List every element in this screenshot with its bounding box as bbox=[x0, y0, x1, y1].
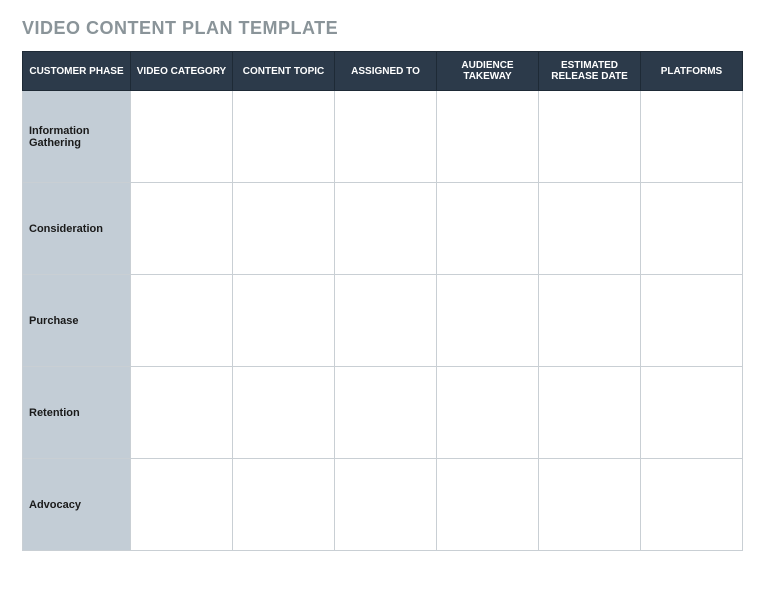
cell-category[interactable] bbox=[131, 91, 233, 183]
col-header-topic: CONTENT TOPIC bbox=[233, 52, 335, 91]
cell-platforms[interactable] bbox=[641, 183, 743, 275]
cell-assigned[interactable] bbox=[335, 91, 437, 183]
cell-category[interactable] bbox=[131, 367, 233, 459]
cell-release[interactable] bbox=[539, 91, 641, 183]
cell-release[interactable] bbox=[539, 183, 641, 275]
phase-label: Purchase bbox=[23, 275, 131, 367]
cell-platforms[interactable] bbox=[641, 367, 743, 459]
cell-takeaway[interactable] bbox=[437, 459, 539, 551]
cell-platforms[interactable] bbox=[641, 275, 743, 367]
cell-takeaway[interactable] bbox=[437, 91, 539, 183]
cell-topic[interactable] bbox=[233, 183, 335, 275]
cell-takeaway[interactable] bbox=[437, 183, 539, 275]
cell-release[interactable] bbox=[539, 459, 641, 551]
cell-category[interactable] bbox=[131, 459, 233, 551]
col-header-platforms: PLATFORMS bbox=[641, 52, 743, 91]
page-title: VIDEO CONTENT PLAN TEMPLATE bbox=[22, 18, 748, 39]
table-row: Purchase bbox=[23, 275, 743, 367]
phase-label: Information Gathering bbox=[23, 91, 131, 183]
cell-assigned[interactable] bbox=[335, 459, 437, 551]
table-row: Information Gathering bbox=[23, 91, 743, 183]
col-header-category: VIDEO CATEGORY bbox=[131, 52, 233, 91]
cell-category[interactable] bbox=[131, 275, 233, 367]
table-row: Advocacy bbox=[23, 459, 743, 551]
phase-label: Advocacy bbox=[23, 459, 131, 551]
content-plan-table: CUSTOMER PHASE VIDEO CATEGORY CONTENT TO… bbox=[22, 51, 743, 551]
phase-label: Consideration bbox=[23, 183, 131, 275]
cell-assigned[interactable] bbox=[335, 367, 437, 459]
col-header-phase: CUSTOMER PHASE bbox=[23, 52, 131, 91]
col-header-assigned: ASSIGNED TO bbox=[335, 52, 437, 91]
cell-topic[interactable] bbox=[233, 367, 335, 459]
cell-topic[interactable] bbox=[233, 91, 335, 183]
cell-category[interactable] bbox=[131, 183, 233, 275]
table-row: Retention bbox=[23, 367, 743, 459]
cell-platforms[interactable] bbox=[641, 91, 743, 183]
cell-topic[interactable] bbox=[233, 275, 335, 367]
cell-takeaway[interactable] bbox=[437, 367, 539, 459]
cell-topic[interactable] bbox=[233, 459, 335, 551]
phase-label: Retention bbox=[23, 367, 131, 459]
cell-assigned[interactable] bbox=[335, 183, 437, 275]
table-row: Consideration bbox=[23, 183, 743, 275]
cell-release[interactable] bbox=[539, 367, 641, 459]
cell-takeaway[interactable] bbox=[437, 275, 539, 367]
col-header-release: ESTIMATED RELEASE DATE bbox=[539, 52, 641, 91]
cell-platforms[interactable] bbox=[641, 459, 743, 551]
cell-assigned[interactable] bbox=[335, 275, 437, 367]
table-header-row: CUSTOMER PHASE VIDEO CATEGORY CONTENT TO… bbox=[23, 52, 743, 91]
cell-release[interactable] bbox=[539, 275, 641, 367]
col-header-takeaway: AUDIENCE TAKEWAY bbox=[437, 52, 539, 91]
